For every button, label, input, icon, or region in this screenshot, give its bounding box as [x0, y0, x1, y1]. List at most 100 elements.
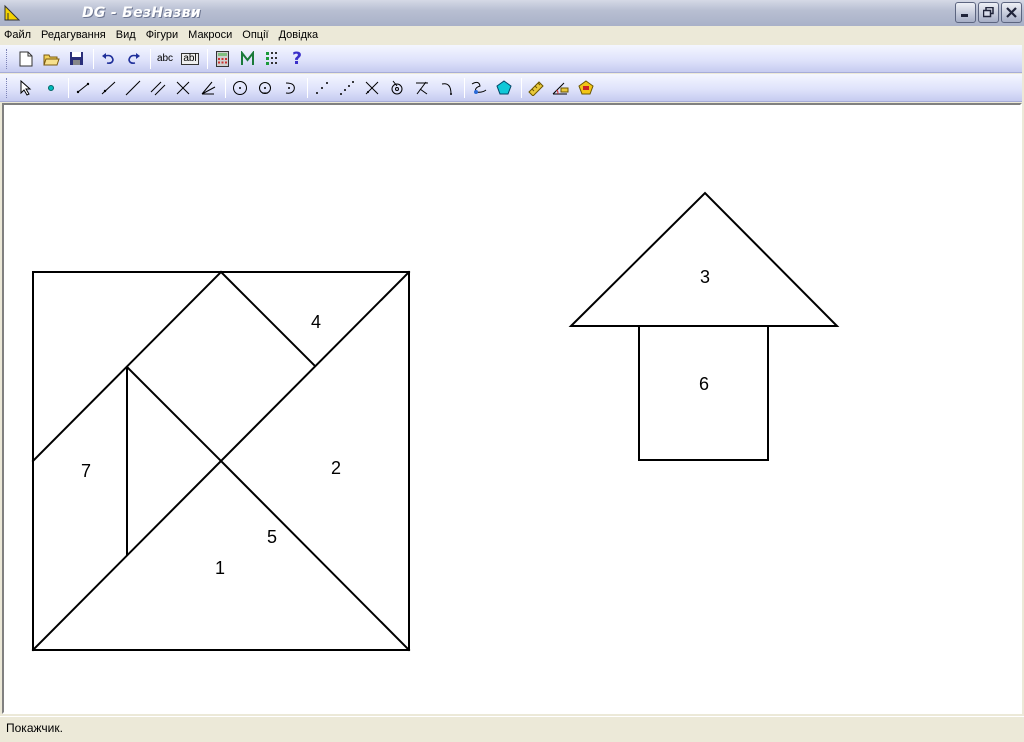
menu-view[interactable]: Вид	[111, 26, 141, 44]
open-file-button[interactable]	[40, 48, 62, 70]
toolbar-separator	[464, 77, 465, 98]
undo-button[interactable]	[97, 48, 119, 70]
drawing-canvas[interactable]: 1 2 4 5 7 3 6	[2, 103, 1022, 714]
area-tool-button[interactable]	[575, 77, 597, 99]
toolbar-grip[interactable]	[6, 48, 9, 69]
toolbar-separator	[307, 77, 308, 98]
segment-tool-button[interactable]	[72, 77, 94, 99]
circle-radius-icon	[259, 81, 271, 94]
redo-button[interactable]	[122, 48, 144, 70]
label-tool-button[interactable]: abl	[179, 48, 201, 70]
ray-tool-button[interactable]	[97, 77, 119, 99]
window-title: DG - БезНазви	[82, 5, 201, 21]
tangram-edge-top-right[interactable]	[219, 270, 317, 368]
intersection-icon	[176, 81, 190, 94]
redo-icon	[127, 52, 140, 64]
save-icon	[69, 52, 83, 65]
toolbar-separator	[68, 77, 69, 98]
close-icon	[1006, 7, 1017, 18]
menu-bar: Файл Редагування Вид Фігури Макроси Опці…	[0, 26, 1024, 44]
macro-icon	[240, 51, 254, 65]
grid-button[interactable]	[261, 48, 283, 70]
tangram-label-5: 5	[267, 527, 277, 547]
reflect-icon	[416, 81, 428, 94]
grid-icon	[265, 52, 277, 65]
help-icon: ?	[292, 48, 302, 69]
tangram-label-7: 7	[81, 461, 91, 481]
construction-toolbar	[0, 74, 1022, 102]
polygon-icon	[496, 79, 512, 94]
perpendicular-bisector-icon	[365, 81, 379, 94]
house-roof[interactable]	[568, 191, 840, 327]
circle-tool-button[interactable]	[229, 77, 251, 99]
rotate-tool-button[interactable]	[436, 77, 458, 99]
reflect-tool-button[interactable]	[411, 77, 433, 99]
angle-tool-button[interactable]	[197, 77, 219, 99]
circle-center-tool-button[interactable]	[386, 77, 408, 99]
parallel-lines-icon	[150, 81, 166, 95]
circle-radius-tool-button[interactable]	[254, 77, 276, 99]
arc-tool-button[interactable]	[279, 77, 301, 99]
status-bar: Покажчик.	[0, 716, 1024, 742]
parallel-tool-button[interactable]	[147, 77, 169, 99]
standard-toolbar: abc abl ?	[0, 45, 1022, 73]
tangram-label-4: 4	[311, 312, 321, 332]
menu-macros[interactable]: Макроси	[183, 26, 237, 44]
angle-measure-icon	[552, 82, 569, 94]
app-icon[interactable]	[2, 3, 22, 23]
arc-icon	[285, 82, 295, 94]
menu-help[interactable]: Довідка	[274, 26, 324, 44]
restore-icon	[983, 7, 994, 18]
point-tool-button[interactable]	[40, 77, 62, 99]
text-tool-label: abc	[156, 53, 174, 64]
rotate-icon	[441, 82, 452, 95]
pointer-tool-button[interactable]	[15, 77, 37, 99]
segment-icon	[76, 82, 90, 93]
text-tool-button[interactable]: abc	[154, 48, 176, 70]
toolbar-separator	[150, 48, 151, 69]
house-label-3: 3	[700, 267, 710, 287]
tangram-label-2: 2	[331, 458, 341, 478]
toolbar-separator	[207, 48, 208, 69]
point-icon	[48, 84, 54, 91]
drawing-svg[interactable]: 1 2 4 5 7 3 6	[4, 105, 1020, 712]
menu-options[interactable]: Опції	[237, 26, 273, 44]
locus-icon	[471, 81, 487, 94]
macro-button[interactable]	[236, 48, 258, 70]
intersection-tool-button[interactable]	[172, 77, 194, 99]
midpoint-icon	[316, 81, 328, 94]
divide-segment-icon	[340, 80, 354, 95]
title-bar: DG - БезНазви	[0, 0, 1024, 26]
help-button[interactable]: ?	[286, 48, 308, 70]
status-text: Покажчик.	[6, 721, 63, 735]
save-button[interactable]	[65, 48, 87, 70]
divide-tool-button[interactable]	[336, 77, 358, 99]
toolbar-separator	[93, 48, 94, 69]
new-file-icon	[19, 51, 33, 66]
calculator-button[interactable]	[211, 48, 233, 70]
minimize-icon	[961, 14, 968, 17]
toolbar-grip[interactable]	[6, 77, 9, 98]
open-folder-icon	[42, 54, 60, 65]
measure-tool-button[interactable]	[525, 77, 547, 99]
tangram-edge-parallelogram-diag[interactable]	[125, 365, 223, 463]
close-button[interactable]	[1001, 2, 1022, 23]
polygon-tool-button[interactable]	[493, 77, 515, 99]
angle-measure-tool-button[interactable]	[550, 77, 572, 99]
restore-button[interactable]	[978, 2, 999, 23]
locus-tool-button[interactable]	[468, 77, 490, 99]
minimize-button[interactable]	[955, 2, 976, 23]
perpendicular-tool-button[interactable]	[361, 77, 383, 99]
menu-edit[interactable]: Редагування	[36, 26, 111, 44]
label-tool-label: abl	[181, 52, 199, 65]
new-file-button[interactable]	[15, 48, 37, 70]
menu-figures[interactable]: Фігури	[141, 26, 183, 44]
pointer-icon	[20, 79, 32, 96]
menu-file[interactable]: Файл	[0, 26, 36, 44]
circle-icon	[233, 80, 247, 95]
midpoint-tool-button[interactable]	[311, 77, 333, 99]
undo-icon	[101, 52, 114, 64]
ray-icon	[101, 81, 116, 94]
tangram-edge-center-to-corner[interactable]	[219, 459, 411, 652]
line-tool-button[interactable]	[122, 77, 144, 99]
